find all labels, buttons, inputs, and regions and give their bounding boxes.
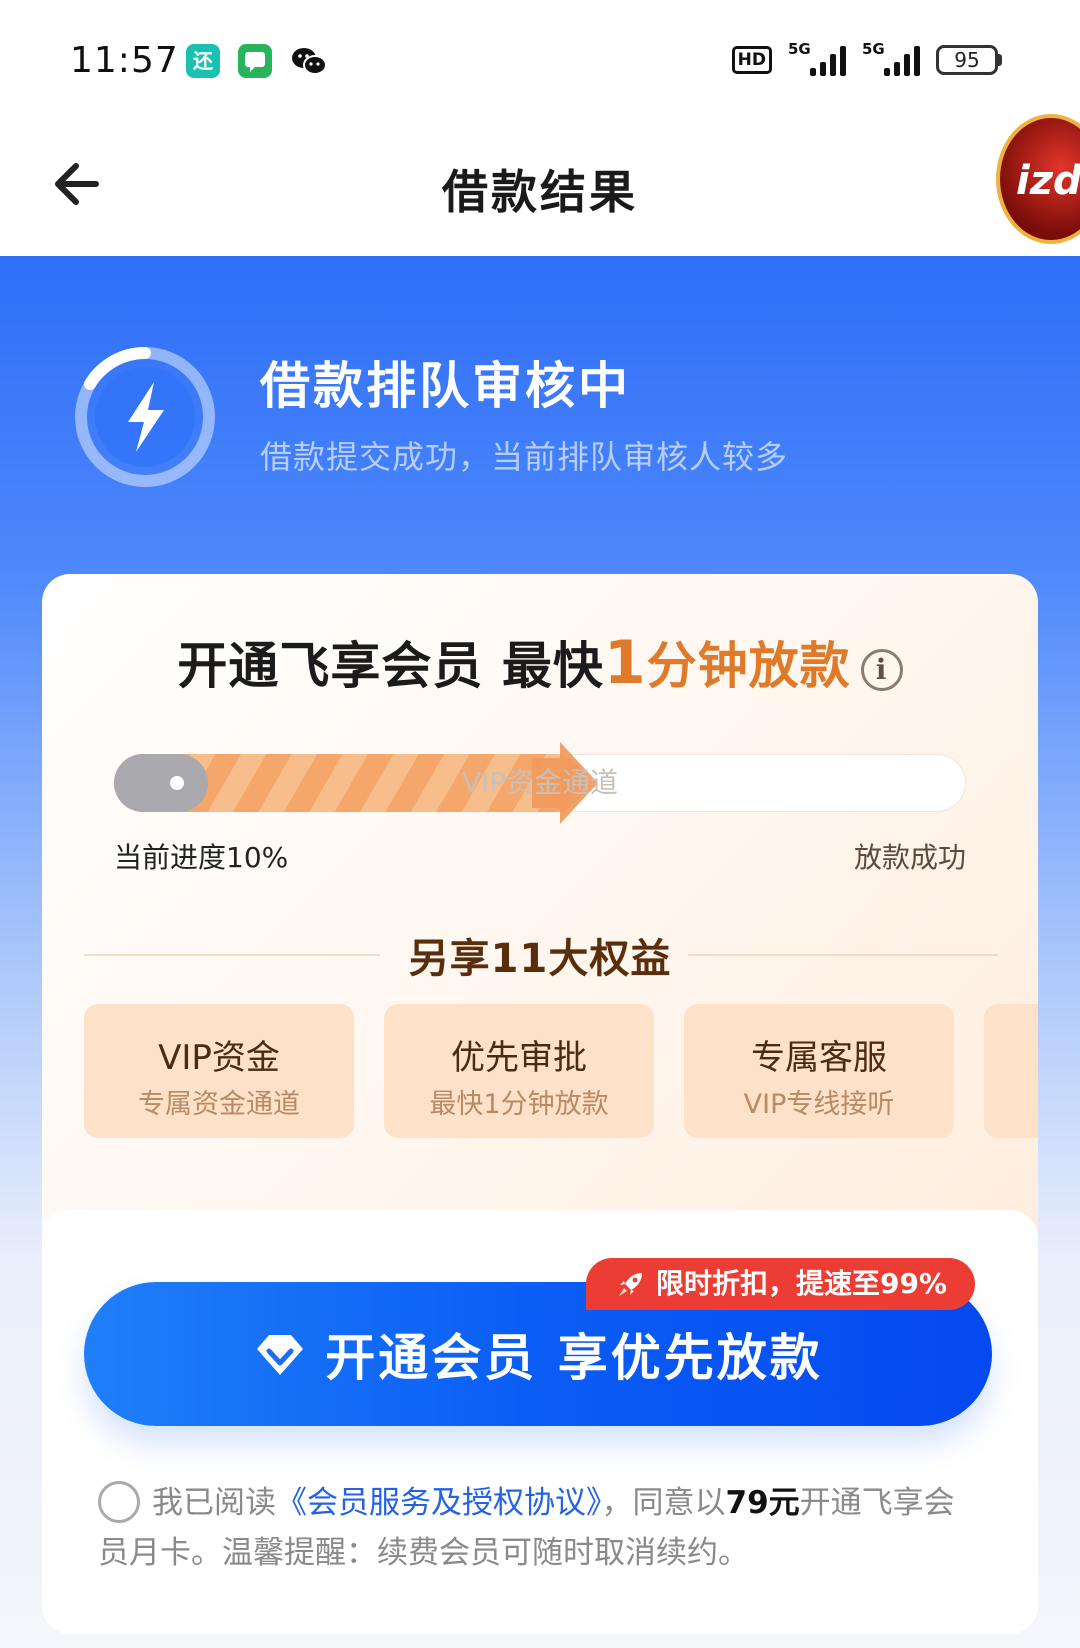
repay-app-icon: 还 — [186, 44, 220, 78]
page-title: 借款结果 — [442, 165, 638, 219]
nav-bar: 借款结果 izd — [0, 114, 1080, 256]
action-panel: 限时折扣，提速至99% 开通会员 享优先放款 我已阅读《会员服务及授权协议》，同… — [42, 1210, 1038, 1634]
status-indicators: HD 5G 5G 95 — [731, 40, 1002, 76]
agreement-text: 我已阅读《会员服务及授权协议》，同意以79元开通飞享会员月卡。温馨提醒：续费会员… — [98, 1478, 978, 1578]
loan-progress-bar: VIP资金通道 — [114, 742, 966, 824]
benefits-title: 另享11大权益 — [408, 936, 672, 982]
benefit-card[interactable]: 优先审批 最快1分钟放款 — [384, 1004, 654, 1138]
agree-checkbox[interactable] — [98, 1481, 140, 1523]
rocket-icon — [619, 1273, 642, 1296]
signal-icon: 5G — [862, 40, 920, 76]
promo-tag: 限时折扣，提速至99% — [586, 1258, 976, 1310]
messages-app-icon — [238, 44, 272, 78]
progress-end-label: 放款成功 — [853, 841, 966, 874]
status-subtitle: 借款提交成功，当前排队审核人较多 — [260, 438, 789, 476]
benefit-card[interactable]: 专属客服 VIP专线接听 — [684, 1004, 954, 1138]
status-time: 11:57 — [70, 40, 179, 81]
wechat-icon — [290, 44, 327, 78]
status-bar: 11:57 还 HD 5G 5G 95 — [0, 0, 1080, 120]
signal-icon: 5G — [788, 40, 846, 76]
lightning-icon — [75, 346, 215, 487]
status-title: 借款排队审核中 — [260, 357, 631, 415]
membership-headline: 开通飞享会员 最快1分钟放款 i — [42, 626, 1038, 698]
hd-voice-icon: HD — [731, 46, 772, 74]
vip-lane-label: VIP资金通道 — [461, 766, 619, 799]
info-icon[interactable]: i — [860, 648, 903, 691]
progress-current-label: 当前进度10% — [114, 841, 289, 874]
benefit-card-partial[interactable] — [984, 1004, 1038, 1138]
agreement-link[interactable]: 《会员服务及授权协议》 — [276, 1485, 602, 1521]
floating-promo-badge[interactable]: izd — [996, 114, 1080, 244]
benefit-card[interactable]: VIP资金 专属资金通道 — [84, 1004, 354, 1138]
diamond-icon — [257, 1335, 304, 1375]
battery-icon: 95 — [936, 45, 1002, 75]
